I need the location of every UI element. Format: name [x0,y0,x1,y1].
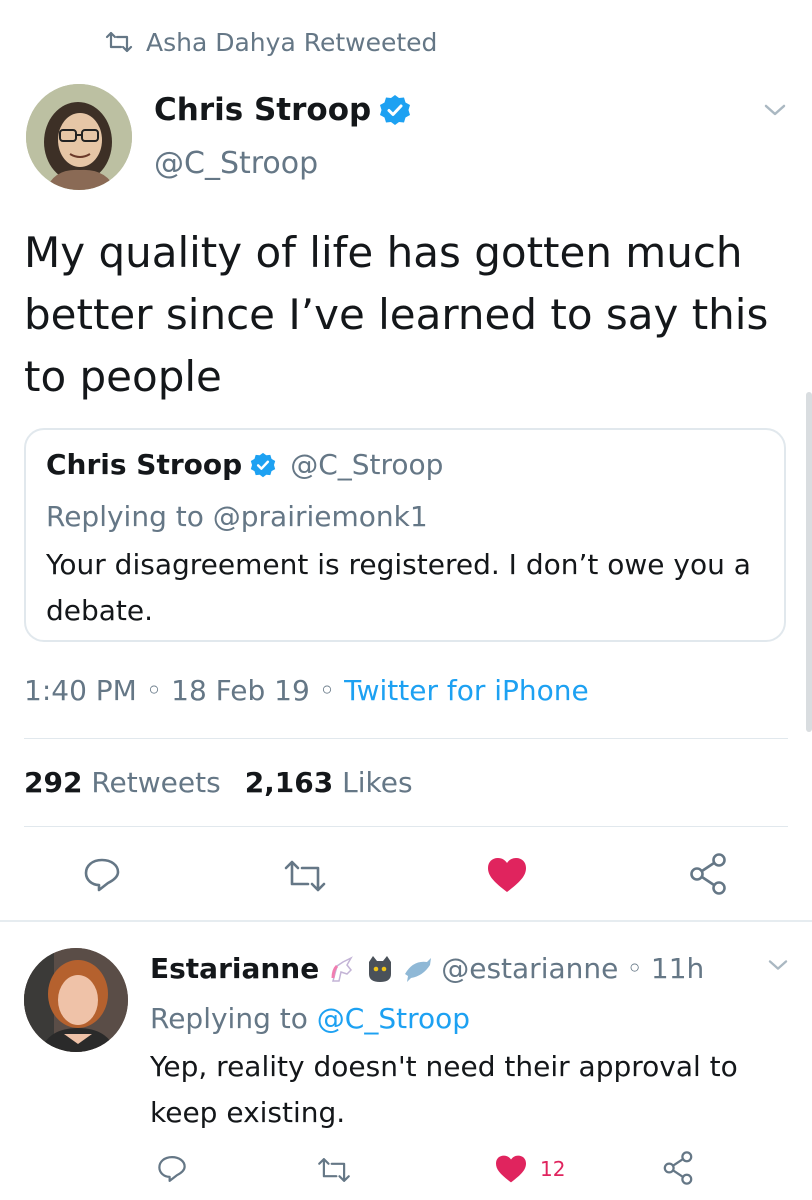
share-icon [690,853,726,895]
author-handle[interactable]: @C_Stroop [154,146,318,181]
divider [24,738,788,739]
engagement-stats: 292 Retweets 2,163 Likes [24,766,413,799]
share-button[interactable] [688,852,728,896]
retweet-button[interactable] [282,858,328,894]
meta-separator: ◦ [318,674,345,707]
retweet-icon [105,31,133,53]
chevron-down-icon[interactable] [760,100,790,120]
reply-like-count: 12 [540,1157,566,1181]
replying-prefix: Replying to [150,1002,317,1035]
like-stat[interactable]: 2,163 Likes [245,766,413,799]
reply-replying-to: Replying to @C_Stroop [150,1002,470,1035]
tweet-metadata: 1:40 PM ◦ 18 Feb 19 ◦ Twitter for iPhone [24,674,589,707]
author-name-row[interactable]: Chris Stroop [154,92,411,128]
reply-author-handle[interactable]: @estarianne [441,952,618,985]
cat-emoji-icon [369,955,392,982]
retweet-count: 292 [24,766,83,799]
retweet-context-label: Asha Dahya Retweeted [146,27,438,57]
retweet-stat[interactable]: 292 Retweets [24,766,221,799]
reply-author-avatar[interactable] [24,948,128,1052]
divider [0,920,812,922]
tweet-time: 1:40 PM [24,674,137,707]
like-count: 2,163 [244,766,334,799]
share-icon [663,1151,693,1185]
tweet-text: My quality of life has gotten much bette… [24,228,769,401]
avatar-photo [24,948,128,1052]
quoted-author-handle: @C_Stroop [290,448,444,481]
author-avatar[interactable] [26,84,132,190]
retweet-icon [284,860,326,892]
heart-icon [496,1155,526,1183]
reply-age: 11h [650,952,705,985]
quoted-author-name: Chris Stroop [46,448,243,481]
replying-handle[interactable]: @C_Stroop [317,1002,470,1035]
avatar-illustration [26,84,132,190]
tweet-source-link[interactable]: Twitter for iPhone [344,674,589,707]
meta-separator: ◦ [626,952,643,985]
quoted-author-row: Chris Stroop @C_Stroop [46,448,443,481]
tweet-date: 18 Feb 19 [171,674,310,707]
retweet-context[interactable]: Asha Dahya Retweeted [104,24,437,60]
verified-badge-icon [251,452,276,477]
retweet-button[interactable] [316,1156,352,1184]
author-name[interactable]: Chris Stroop [154,92,371,128]
reply-author-name[interactable]: Estarianne [150,952,319,985]
reply-icon [158,1156,186,1182]
retweet-label: Retweets [91,766,221,799]
reply-button[interactable] [156,1154,188,1184]
replying-handle[interactable]: @prairiemonk1 [213,500,428,533]
scrollbar[interactable] [806,392,812,732]
reply-button[interactable] [82,856,122,894]
retweet-icon [318,1158,350,1182]
share-button[interactable] [662,1150,694,1186]
reply-icon [84,858,120,892]
quoted-replying-to: Replying to @prairiemonk1 [46,500,428,533]
verified-badge-icon [380,95,411,125]
like-button[interactable] [486,856,528,894]
heart-icon [488,858,526,892]
chevron-down-icon[interactable] [764,956,792,974]
meta-separator: ◦ [145,674,172,707]
reply-author-row: Estarianne @estarianne ◦ 11h [150,952,704,985]
quoted-tweet-card[interactable]: Chris Stroop @C_Stroop Replying to @prai… [24,428,786,642]
dolphin-emoji-icon [405,957,432,982]
divider [24,826,788,827]
like-button[interactable]: 12 [494,1154,565,1184]
reply-text: Yep, reality doesn't need their approval… [150,1050,738,1129]
unicorn-emoji-icon [331,955,354,982]
replying-prefix: Replying to [46,500,213,533]
quoted-tweet-text: Your disagreement is registered. I don’t… [46,548,751,627]
like-label: Likes [342,766,413,799]
